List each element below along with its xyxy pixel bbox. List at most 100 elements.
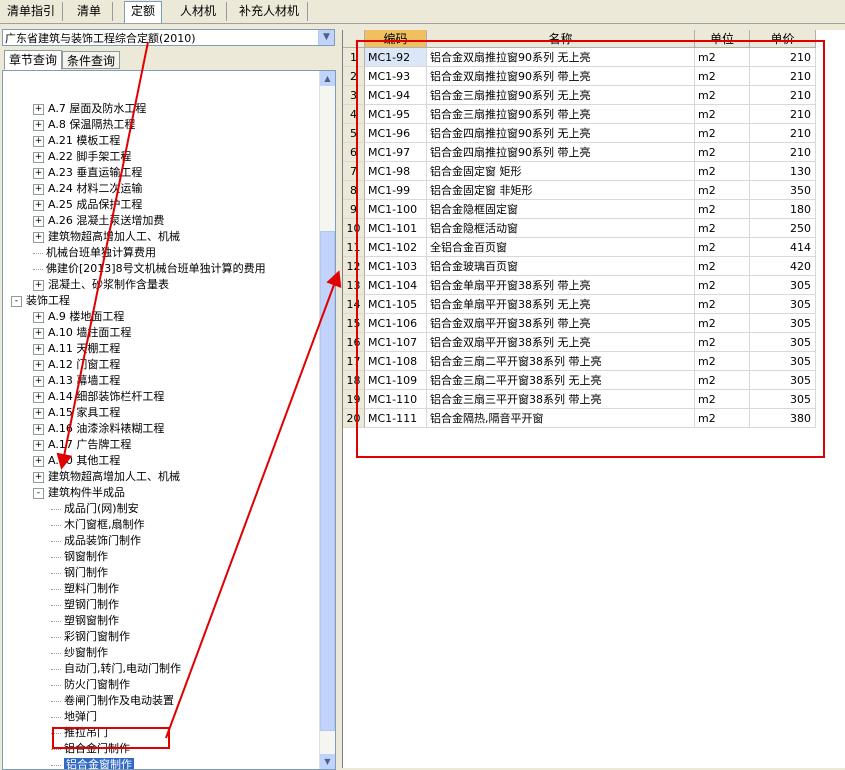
code-cell[interactable]: MC1-110 (365, 390, 427, 409)
table-row[interactable]: 1 MC1-92 铝合金双扇推拉窗90系列 无上亮 m2 210 (343, 48, 845, 67)
expand-icon[interactable]: + (33, 183, 44, 195)
table-row[interactable]: 16 MC1-107 铝合金双扇平开窗38系列 无上亮 m2 305 (343, 333, 845, 352)
unit-cell[interactable]: m2 (695, 295, 750, 314)
tree-node[interactable]: + A.20 其他工程 (33, 453, 120, 469)
name-cell[interactable]: 铝合金三扇推拉窗90系列 无上亮 (427, 86, 695, 105)
name-cell[interactable]: 铝合金玻璃百页窗 (427, 257, 695, 276)
tree-node[interactable]: 卷闸门制作及电动装置 (51, 693, 174, 709)
unit-cell[interactable]: m2 (695, 371, 750, 390)
unit-cell[interactable]: m2 (695, 276, 750, 295)
name-cell[interactable]: 铝合金双扇推拉窗90系列 无上亮 (427, 48, 695, 67)
expand-icon[interactable]: + (33, 359, 44, 371)
expand-icon[interactable]: + (33, 471, 44, 483)
table-row[interactable]: 20 MC1-111 铝合金隔热,隔音平开窗 m2 380 (343, 409, 845, 428)
unit-cell[interactable]: m2 (695, 352, 750, 371)
unit-cell[interactable]: m2 (695, 219, 750, 238)
unit-cell[interactable]: m2 (695, 162, 750, 181)
code-cell[interactable]: MC1-98 (365, 162, 427, 181)
tree-node[interactable]: + A.12 门窗工程 (33, 357, 120, 373)
price-cell[interactable]: 210 (750, 67, 816, 86)
unit-cell[interactable]: m2 (695, 86, 750, 105)
name-cell[interactable]: 铝合金四扇推拉窗90系列 带上亮 (427, 143, 695, 162)
name-cell[interactable]: 铝合金双扇平开窗38系列 带上亮 (427, 314, 695, 333)
code-cell[interactable]: MC1-101 (365, 219, 427, 238)
unit-cell[interactable]: m2 (695, 200, 750, 219)
collapse-icon[interactable]: - (11, 295, 22, 307)
tab-supplement-lmm[interactable]: 补充人材机 (231, 2, 308, 21)
code-cell[interactable]: MC1-100 (365, 200, 427, 219)
name-cell[interactable]: 铝合金单扇平开窗38系列 带上亮 (427, 276, 695, 295)
unit-cell[interactable]: m2 (695, 48, 750, 67)
unit-cell[interactable]: m2 (695, 409, 750, 428)
table-row[interactable]: 6 MC1-97 铝合金四扇推拉窗90系列 带上亮 m2 210 (343, 143, 845, 162)
table-row[interactable]: 8 MC1-99 铝合金固定窗 非矩形 m2 350 (343, 181, 845, 200)
code-cell[interactable]: MC1-109 (365, 371, 427, 390)
tree-scrollbar[interactable]: ▲ ▼ (319, 71, 335, 769)
table-row[interactable]: 5 MC1-96 铝合金四扇推拉窗90系列 无上亮 m2 210 (343, 124, 845, 143)
expand-icon[interactable]: + (33, 391, 44, 403)
price-cell[interactable]: 210 (750, 105, 816, 124)
expand-icon[interactable]: + (33, 407, 44, 419)
table-row[interactable]: 2 MC1-93 铝合金双扇推拉窗90系列 带上亮 m2 210 (343, 67, 845, 86)
tab-list[interactable]: 清单 (66, 2, 113, 21)
code-cell[interactable]: MC1-105 (365, 295, 427, 314)
tree-node[interactable]: 塑料门制作 (51, 581, 119, 597)
table-row[interactable]: 7 MC1-98 铝合金固定窗 矩形 m2 130 (343, 162, 845, 181)
price-cell[interactable]: 305 (750, 314, 816, 333)
price-cell[interactable]: 305 (750, 276, 816, 295)
tree-node[interactable]: + A.11 天棚工程 (33, 341, 120, 357)
tab-condition-query[interactable]: 条件查询 (62, 51, 120, 69)
tab-labor-material-machine[interactable]: 人材机 (170, 2, 227, 21)
unit-cell[interactable]: m2 (695, 333, 750, 352)
name-cell[interactable]: 铝合金三扇三平开窗38系列 带上亮 (427, 390, 695, 409)
tree-node[interactable]: 自动门,转门,电动门制作 (51, 661, 181, 677)
expand-icon[interactable]: + (33, 343, 44, 355)
price-cell[interactable]: 305 (750, 333, 816, 352)
code-cell[interactable]: MC1-107 (365, 333, 427, 352)
price-cell[interactable]: 350 (750, 181, 816, 200)
unit-cell[interactable]: m2 (695, 257, 750, 276)
table-row[interactable]: 9 MC1-100 铝合金隐框固定窗 m2 180 (343, 200, 845, 219)
tree-node[interactable]: + A.7 屋面及防水工程 (33, 101, 146, 117)
expand-icon[interactable]: + (33, 279, 44, 291)
expand-icon[interactable]: + (33, 327, 44, 339)
tree-node[interactable]: + A.15 家具工程 (33, 405, 120, 421)
chevron-down-icon[interactable]: ▼ (318, 30, 334, 45)
tree-node[interactable]: + A.16 油漆涂料裱糊工程 (33, 421, 164, 437)
code-cell[interactable]: MC1-104 (365, 276, 427, 295)
table-row[interactable]: 13 MC1-104 铝合金单扇平开窗38系列 带上亮 m2 305 (343, 276, 845, 295)
name-cell[interactable]: 铝合金四扇推拉窗90系列 无上亮 (427, 124, 695, 143)
tree-node[interactable]: 木门窗框,扇制作 (51, 517, 145, 533)
tree-node[interactable]: + 建筑物超高增加人工、机械 (33, 469, 180, 485)
tree-node[interactable]: + 建筑物超高增加人工、机械 (33, 229, 180, 245)
code-cell[interactable]: MC1-97 (365, 143, 427, 162)
code-cell[interactable]: MC1-106 (365, 314, 427, 333)
code-cell[interactable]: MC1-95 (365, 105, 427, 124)
expand-icon[interactable]: + (33, 423, 44, 435)
code-cell[interactable]: MC1-103 (365, 257, 427, 276)
tree-node[interactable]: 铝合金窗制作 (51, 757, 134, 769)
price-cell[interactable]: 210 (750, 143, 816, 162)
code-cell[interactable]: MC1-96 (365, 124, 427, 143)
name-cell[interactable]: 铝合金三扇二平开窗38系列 带上亮 (427, 352, 695, 371)
name-cell[interactable]: 铝合金双扇平开窗38系列 无上亮 (427, 333, 695, 352)
tree-node[interactable]: + A.26 混凝土泵送增加费 (33, 213, 164, 229)
tree-node[interactable]: + A.22 脚手架工程 (33, 149, 131, 165)
collapse-icon[interactable]: - (33, 487, 44, 499)
price-cell[interactable]: 210 (750, 86, 816, 105)
table-row[interactable]: 11 MC1-102 全铝合金百页窗 m2 414 (343, 238, 845, 257)
name-cell[interactable]: 全铝合金百页窗 (427, 238, 695, 257)
price-cell[interactable]: 420 (750, 257, 816, 276)
header-unit[interactable]: 单位 (695, 30, 750, 48)
expand-icon[interactable]: + (33, 199, 44, 211)
tree-node[interactable]: 钢门制作 (51, 565, 108, 581)
header-code[interactable]: 编码 (365, 30, 427, 48)
expand-icon[interactable]: + (33, 455, 44, 467)
tree-node[interactable]: + A.21 模板工程 (33, 133, 120, 149)
tree-node[interactable]: - 装饰工程 (11, 293, 70, 309)
table-row[interactable]: 10 MC1-101 铝合金隐框活动窗 m2 250 (343, 219, 845, 238)
tree-node[interactable]: + A.13 幕墙工程 (33, 373, 120, 389)
tree-node[interactable]: 纱窗制作 (51, 645, 108, 661)
price-cell[interactable]: 305 (750, 352, 816, 371)
expand-icon[interactable]: + (33, 439, 44, 451)
